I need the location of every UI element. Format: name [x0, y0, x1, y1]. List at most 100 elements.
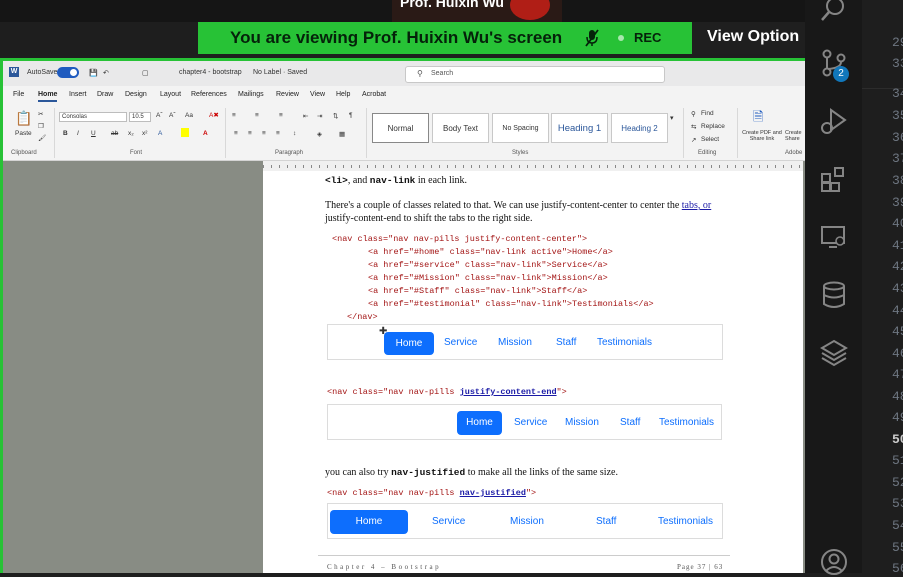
- highlight-icon[interactable]: [181, 128, 189, 137]
- nav-pill-service[interactable]: Service: [432, 516, 465, 527]
- nav-pill-staff[interactable]: Staff: [596, 516, 616, 527]
- line-number: 54: [892, 518, 903, 533]
- tab-draw[interactable]: Draw: [97, 91, 113, 98]
- line-spacing-icon[interactable]: ↕: [293, 130, 296, 137]
- database-icon[interactable]: [819, 280, 849, 310]
- paste-icon[interactable]: 📋: [15, 110, 32, 127]
- justify-icon[interactable]: ≡: [276, 130, 280, 137]
- format-painter-icon[interactable]: 🖌: [38, 134, 46, 142]
- editor-line-numbers: 29 33 34 35 36 37 38 39 40 41 42 43 44 4…: [862, 0, 903, 576]
- select-icon[interactable]: ↗: [691, 136, 696, 144]
- line-number: 52: [892, 475, 903, 490]
- layers-icon[interactable]: [819, 338, 849, 368]
- find-button[interactable]: Find: [701, 110, 714, 117]
- tab-file[interactable]: File: [13, 91, 24, 98]
- change-case-icon[interactable]: Aa: [185, 112, 193, 119]
- nav-pill-service[interactable]: Service: [514, 417, 547, 428]
- numbering-icon[interactable]: ≡: [255, 112, 259, 119]
- create-pdf-icon[interactable]: 🗎: [753, 108, 763, 130]
- style-normal[interactable]: Normal: [372, 113, 429, 143]
- multilevel-list-icon[interactable]: ≡: [279, 112, 283, 119]
- align-right-icon[interactable]: ≡: [262, 130, 266, 137]
- text-effects-icon[interactable]: A: [158, 130, 162, 137]
- mic-muted-icon[interactable]: [584, 28, 600, 48]
- search-icon[interactable]: [819, 0, 849, 26]
- nav-pill-home[interactable]: Home: [384, 332, 434, 355]
- clear-formatting-icon[interactable]: A✖: [209, 111, 219, 119]
- nav-pill-mission[interactable]: Mission: [565, 417, 599, 428]
- align-left-icon[interactable]: ≡: [234, 130, 238, 137]
- style-body-text[interactable]: Body Text: [432, 113, 489, 143]
- nav-pill-staff[interactable]: Staff: [620, 417, 640, 428]
- search-box[interactable]: ⚲ Search: [405, 66, 665, 83]
- autosave-toggle[interactable]: [57, 67, 79, 78]
- tab-insert[interactable]: Insert: [69, 91, 87, 98]
- tab-help[interactable]: Help: [336, 91, 350, 98]
- nav-pill-service[interactable]: Service: [444, 337, 477, 348]
- undo-icon[interactable]: ↶: [103, 69, 109, 77]
- styles-more-icon[interactable]: ▾: [670, 114, 674, 122]
- bullets-icon[interactable]: ≡: [232, 112, 236, 119]
- shrink-font-icon[interactable]: Aˇ: [169, 112, 176, 119]
- create-pdf-button[interactable]: Create PDF and Share link: [741, 130, 783, 142]
- nav-pill-staff[interactable]: Staff: [556, 337, 576, 348]
- cut-icon[interactable]: ✂: [38, 110, 43, 118]
- tab-acrobat[interactable]: Acrobat: [362, 91, 386, 98]
- sensitivity-label[interactable]: No Label · Saved: [253, 69, 307, 76]
- nav-pill-testimonials[interactable]: Testimonials: [659, 417, 714, 428]
- replace-button[interactable]: Replace: [701, 123, 725, 130]
- shading-icon[interactable]: ◈: [317, 130, 322, 138]
- view-options-button[interactable]: View Option: [693, 22, 805, 54]
- tab-review[interactable]: Review: [276, 91, 299, 98]
- strikethrough-icon[interactable]: ab: [111, 130, 118, 137]
- select-button[interactable]: Select: [701, 136, 719, 143]
- tab-layout[interactable]: Layout: [160, 91, 181, 98]
- copy-icon[interactable]: ❐: [38, 122, 44, 130]
- tab-mailings[interactable]: Mailings: [238, 91, 264, 98]
- align-center-icon[interactable]: ≡: [248, 130, 252, 137]
- grow-font-icon[interactable]: Aˆ: [156, 112, 163, 119]
- create-share-button[interactable]: Create Share: [785, 130, 805, 142]
- style-no-spacing[interactable]: No Spacing: [492, 113, 549, 143]
- search-icon: ⚲: [417, 69, 423, 78]
- remote-explorer-icon[interactable]: [819, 222, 849, 252]
- bold-icon[interactable]: B: [63, 130, 68, 137]
- nav-pill-mission[interactable]: Mission: [498, 337, 532, 348]
- show-marks-icon[interactable]: ¶: [349, 112, 353, 119]
- find-icon[interactable]: ⚲: [691, 110, 696, 118]
- underline-icon[interactable]: U: [91, 130, 96, 137]
- doc-link-tabs[interactable]: tabs, or: [682, 200, 711, 211]
- tab-references[interactable]: References: [191, 91, 227, 98]
- nav-pill-testimonials[interactable]: Testimonials: [658, 516, 713, 527]
- nav-pill-home[interactable]: Home: [330, 510, 408, 534]
- group-editing: Editing: [698, 150, 717, 156]
- style-heading-1[interactable]: Heading 1: [551, 113, 608, 143]
- paste-label[interactable]: Paste: [15, 130, 32, 137]
- sort-icon[interactable]: ⇅: [333, 112, 338, 120]
- tab-view[interactable]: View: [310, 91, 325, 98]
- font-color-icon[interactable]: A: [203, 130, 208, 137]
- nav-demo-end: Home Service Mission Staff Testimonials: [327, 404, 722, 440]
- decrease-indent-icon[interactable]: ⇤: [303, 112, 308, 120]
- nav-pill-home[interactable]: Home: [457, 411, 502, 435]
- save-icon[interactable]: 💾: [89, 69, 98, 77]
- font-size-box[interactable]: 10.5: [129, 112, 151, 122]
- doc-paragraph-2: you can also try nav-justified to make a…: [325, 467, 618, 478]
- extensions-icon[interactable]: [819, 165, 849, 195]
- new-doc-icon[interactable]: ▢: [142, 69, 149, 77]
- replace-icon[interactable]: ⇆: [691, 123, 696, 131]
- superscript-icon[interactable]: x²: [142, 130, 147, 137]
- document-page[interactable]: <li>, and nav-link in each link. There's…: [263, 171, 803, 573]
- tab-design[interactable]: Design: [125, 91, 147, 98]
- font-name-box[interactable]: Consolas: [59, 112, 127, 122]
- nav-pill-mission[interactable]: Mission: [510, 516, 544, 527]
- footer-divider: [318, 555, 730, 556]
- run-debug-icon[interactable]: [819, 106, 849, 136]
- nav-pill-testimonials[interactable]: Testimonials: [597, 337, 652, 348]
- italic-icon[interactable]: I: [77, 130, 79, 137]
- tab-home[interactable]: Home: [38, 91, 58, 102]
- borders-icon[interactable]: ▦: [339, 130, 345, 138]
- style-heading-2[interactable]: Heading 2: [611, 113, 668, 143]
- increase-indent-icon[interactable]: ⇥: [317, 112, 322, 120]
- subscript-icon[interactable]: x₂: [128, 130, 134, 137]
